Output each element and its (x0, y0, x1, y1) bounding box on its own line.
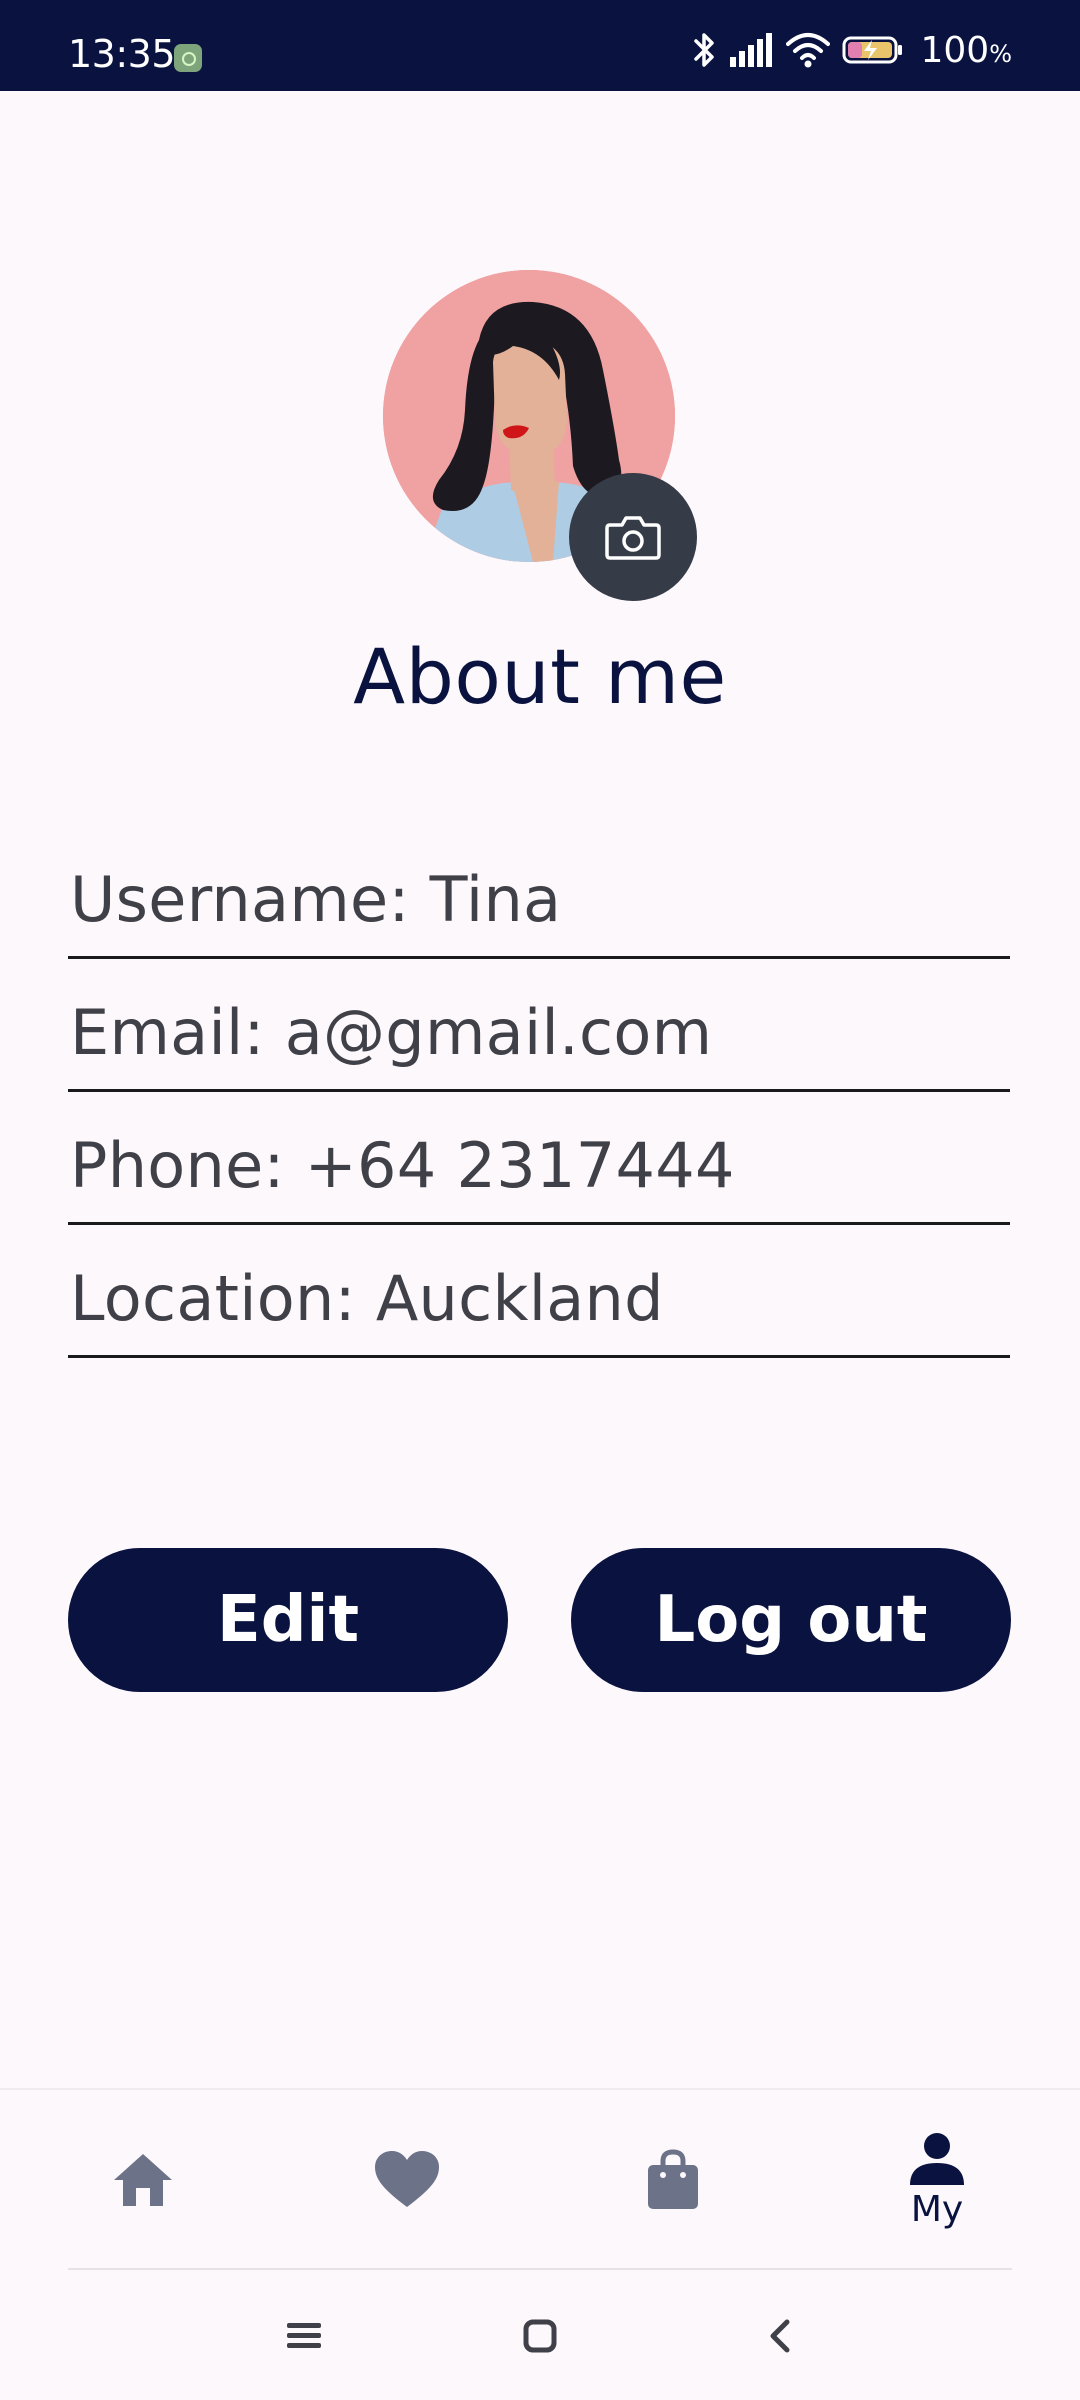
bottom-nav: My (0, 2090, 1080, 2270)
camera-icon (605, 516, 661, 560)
status-bar: 13:35 100% (0, 0, 1080, 91)
back-icon (770, 2319, 790, 2353)
shopping-bag-icon (648, 2149, 698, 2209)
battery-charging-icon (842, 36, 903, 64)
battery-percentage: 100% (920, 29, 1012, 71)
phone-field[interactable]: Phone: +64 2317444 (68, 1092, 1010, 1225)
nav-item-favorites[interactable] (332, 2090, 482, 2270)
system-home-button[interactable] (504, 2300, 576, 2372)
location-field[interactable]: Location: Auckland (68, 1225, 1010, 1358)
email-text: Email: a@gmail.com (70, 996, 713, 1069)
change-photo-button[interactable] (569, 473, 697, 601)
bluetooth-icon (694, 33, 715, 67)
email-field[interactable]: Email: a@gmail.com (68, 959, 1010, 1092)
person-icon (910, 2132, 964, 2185)
recent-apps-button[interactable] (268, 2300, 340, 2372)
bottom-divider (68, 2268, 1012, 2270)
nav-item-cart[interactable] (598, 2090, 748, 2270)
edit-button[interactable]: Edit (68, 1548, 508, 1692)
wifi-icon (786, 33, 831, 68)
heart-icon (375, 2151, 439, 2207)
phone-text: Phone: +64 2317444 (70, 1129, 735, 1202)
status-indicators: 100% (692, 28, 1012, 72)
status-time: 13:35 (68, 32, 176, 76)
logout-button[interactable]: Log out (571, 1548, 1011, 1692)
signal-icon (730, 33, 773, 67)
system-back-button[interactable] (744, 2300, 816, 2372)
nav-label-my: My (910, 2188, 964, 2230)
system-nav-bar (0, 2272, 1080, 2400)
username-text: Username: Tina (70, 863, 562, 936)
location-text: Location: Auckland (70, 1262, 664, 1335)
home-square-icon (523, 2319, 557, 2353)
username-field[interactable]: Username: Tina (68, 826, 1010, 959)
page-title: About me (353, 632, 727, 721)
nav-item-home[interactable] (68, 2090, 218, 2270)
notification-app-icon (174, 44, 202, 72)
home-icon (114, 2154, 172, 2206)
nav-item-my[interactable]: My (862, 2090, 1012, 2270)
menu-icon (287, 2323, 321, 2348)
